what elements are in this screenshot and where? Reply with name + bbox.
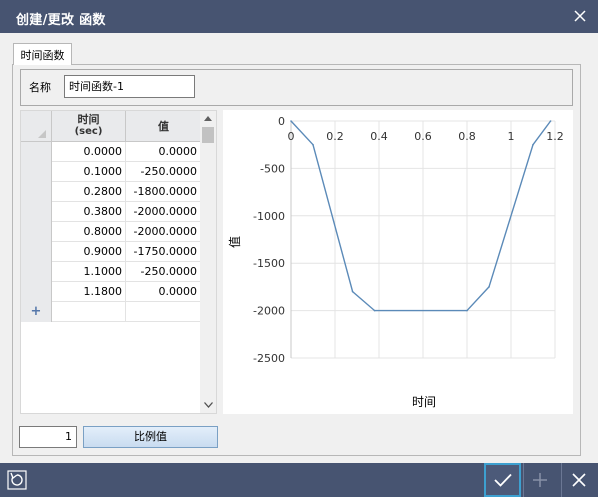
column-header-time-unit: (sec) — [74, 126, 103, 137]
data-point — [373, 309, 376, 312]
x-tick-labels: 0 0.2 0.4 0.6 0.8 1 1.2 — [288, 130, 564, 143]
scroll-thumb[interactable] — [202, 127, 214, 143]
data-point — [488, 286, 490, 288]
table-row[interactable]: 0.0000 0.0000 — [21, 142, 201, 162]
plus-icon — [533, 473, 547, 487]
data-point — [549, 120, 552, 122]
x-axis-label: 时间 — [412, 395, 436, 409]
close-button[interactable] — [568, 4, 592, 28]
reset-button[interactable] — [3, 463, 31, 497]
data-point — [312, 143, 314, 146]
column-header-value[interactable]: 值 — [126, 111, 201, 142]
new-cell-time[interactable] — [52, 302, 126, 322]
x-tick-label: 0.6 — [414, 130, 432, 143]
y-tick-label: -2500 — [253, 352, 285, 365]
cell-time[interactable]: 0.3800 — [52, 202, 126, 222]
ok-button[interactable] — [484, 463, 521, 497]
name-label: 名称 — [29, 81, 51, 94]
cell-time[interactable]: 0.1000 — [52, 162, 126, 182]
y-tick-label: -2000 — [253, 305, 285, 318]
cell-time[interactable]: 0.9000 — [52, 242, 126, 262]
x-tick-label: 0.8 — [458, 130, 476, 143]
window-title: 创建/更改 函数 — [16, 13, 106, 28]
row-header[interactable] — [21, 242, 52, 262]
cell-time[interactable]: 1.1000 — [52, 262, 126, 282]
x-tick-label: 1.2 — [546, 130, 564, 143]
cell-time[interactable]: 0.8000 — [52, 222, 126, 242]
column-header-time-label: 时间 — [77, 113, 100, 126]
close-icon — [574, 10, 586, 22]
row-header[interactable] — [21, 182, 52, 202]
chart-gridlines — [290, 120, 556, 359]
y-tick-labels: 0 -500 -1000 -1500 -2000 -2500 — [253, 115, 285, 365]
table-row[interactable]: 0.8000 -2000.0000 — [21, 222, 201, 242]
reset-icon — [7, 470, 27, 490]
scale-factor-input[interactable]: 1 — [19, 426, 77, 448]
scroll-down-button[interactable] — [200, 397, 216, 413]
add-button[interactable] — [523, 463, 556, 497]
table-row[interactable]: 1.1000 -250.0000 — [21, 262, 201, 282]
table-row[interactable]: 0.3800 -2000.0000 — [21, 202, 201, 222]
x-tick-label: 0.4 — [370, 130, 388, 143]
cell-value[interactable]: -250.0000 — [126, 162, 201, 182]
chart-svg: 0 -500 -1000 -1500 -2000 -2500 0 0.2 0.4 0.6 0.8 1… — [227, 115, 564, 409]
table-header: 时间 (sec) 值 — [21, 111, 201, 142]
table-row[interactable]: 0.9000 -1750.0000 — [21, 242, 201, 262]
x-tick-label: 1 — [508, 130, 515, 143]
cell-value[interactable]: 0.0000 — [126, 142, 201, 162]
table-row[interactable]: 0.2800 -1800.0000 — [21, 182, 201, 202]
cell-value[interactable]: -2000.0000 — [126, 222, 201, 242]
chevron-down-icon — [203, 402, 213, 408]
cell-value[interactable]: -1800.0000 — [126, 182, 201, 202]
corner-triangle-icon — [38, 130, 46, 138]
row-header[interactable] — [21, 202, 52, 222]
name-input[interactable]: 时间函数-1 — [64, 75, 195, 98]
function-table: 时间 (sec) 值 0.0000 0.0000 0.1000 -250.0000 0.… — [20, 110, 217, 414]
scale-value-button[interactable]: 比例值 — [83, 426, 218, 448]
title-bar: 创建/更改 函数 — [0, 0, 598, 33]
function-chart: 0 -500 -1000 -1500 -2000 -2500 0 0.2 0.4 0.6 0.8 1… — [223, 110, 573, 414]
cell-time[interactable]: 0.2800 — [52, 182, 126, 202]
x-tick-label: 0 — [288, 130, 295, 143]
add-row-icon[interactable]: + — [21, 302, 52, 322]
row-header[interactable] — [21, 162, 52, 182]
data-point — [532, 143, 534, 146]
cell-value[interactable]: -2000.0000 — [126, 202, 201, 222]
data-point — [351, 290, 354, 293]
footer-bar — [0, 463, 598, 497]
y-axis-label: 值 — [227, 236, 242, 248]
table-body: 0.0000 0.0000 0.1000 -250.0000 0.2800 -1800.0… — [21, 142, 201, 322]
check-icon — [493, 473, 512, 487]
new-row[interactable]: + — [21, 302, 201, 322]
column-header-time[interactable]: 时间 (sec) — [52, 111, 126, 142]
select-all-corner[interactable] — [21, 111, 52, 142]
y-tick-label: 0 — [278, 115, 285, 128]
cancel-icon — [571, 473, 586, 487]
new-cell-value[interactable] — [126, 302, 201, 322]
cell-time[interactable]: 1.1800 — [52, 282, 126, 302]
table-row[interactable]: 1.1800 0.0000 — [21, 282, 201, 302]
table-row[interactable]: 0.1000 -250.0000 — [21, 162, 201, 182]
tab-time-function[interactable]: 时间函数 — [13, 43, 72, 65]
row-header[interactable] — [21, 142, 52, 162]
row-header[interactable] — [21, 282, 52, 302]
cell-value[interactable]: -250.0000 — [126, 262, 201, 282]
data-point — [466, 309, 468, 312]
row-header[interactable] — [21, 222, 52, 242]
y-tick-label: -500 — [260, 162, 285, 175]
row-header[interactable] — [21, 262, 52, 282]
x-tick-label: 0.2 — [326, 130, 344, 143]
cell-value[interactable]: 0.0000 — [126, 282, 201, 302]
cell-value[interactable]: -1750.0000 — [126, 242, 201, 262]
scroll-up-button[interactable] — [200, 111, 216, 125]
y-tick-label: -1500 — [253, 257, 285, 270]
data-point — [290, 120, 292, 122]
chevron-up-icon — [204, 115, 212, 121]
table-scrollbar[interactable] — [200, 111, 216, 413]
cell-time[interactable]: 0.0000 — [52, 142, 126, 162]
y-tick-label: -1000 — [253, 210, 285, 223]
cancel-button[interactable] — [561, 463, 595, 497]
